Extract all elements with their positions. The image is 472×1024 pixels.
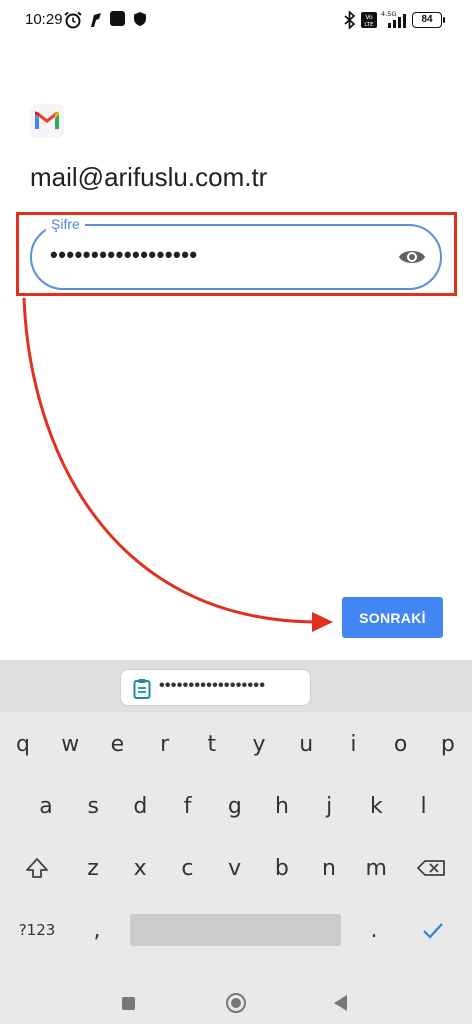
annotation-arrow [22,297,333,632]
key-y[interactable]: y [238,722,280,766]
key-s[interactable]: s [72,784,114,828]
key-w[interactable]: w [49,722,91,766]
key-c[interactable]: c [166,846,208,890]
key-d[interactable]: d [119,784,161,828]
key-g[interactable]: g [214,784,256,828]
key-j[interactable]: j [308,784,350,828]
key-n[interactable]: n [308,846,350,890]
key-i[interactable]: i [332,722,374,766]
clipboard-text: •••••••••••••••••• [159,677,266,694]
suggestion-strip: •••••••••••••••••• [0,660,472,712]
on-screen-keyboard: •••••••••••••••••• qwertyuiop asdfghjkl … [0,660,472,1024]
checkmark-icon[interactable] [412,908,454,952]
key-l[interactable]: l [403,784,445,828]
recent-apps-icon[interactable] [122,997,135,1010]
key-x[interactable]: x [119,846,161,890]
key-a[interactable]: a [25,784,67,828]
space-key[interactable] [130,914,341,946]
navigation-bar [0,968,472,1024]
key-r[interactable]: r [144,722,186,766]
key-e[interactable]: e [96,722,138,766]
key-p[interactable]: p [427,722,469,766]
key-b[interactable]: b [261,846,303,890]
next-button[interactable]: SONRAKİ [342,597,443,638]
home-icon[interactable] [226,993,246,1013]
key-k[interactable]: k [355,784,397,828]
key-h[interactable]: h [261,784,303,828]
shift-icon[interactable] [16,846,58,890]
key-v[interactable]: v [214,846,256,890]
back-icon[interactable] [334,995,347,1011]
period-key[interactable]: . [353,908,395,952]
key-o[interactable]: o [380,722,422,766]
backspace-icon[interactable] [412,846,454,890]
clipboard-suggestion[interactable]: •••••••••••••••••• [120,669,311,706]
clipboard-icon [133,679,151,699]
key-m[interactable]: m [355,846,397,890]
key-z[interactable]: z [72,846,114,890]
comma-key[interactable]: , [76,908,118,952]
key-q[interactable]: q [2,722,44,766]
key-u[interactable]: u [285,722,327,766]
key-t[interactable]: t [191,722,233,766]
symbols-key[interactable]: ?123 [16,908,58,952]
key-f[interactable]: f [167,784,209,828]
